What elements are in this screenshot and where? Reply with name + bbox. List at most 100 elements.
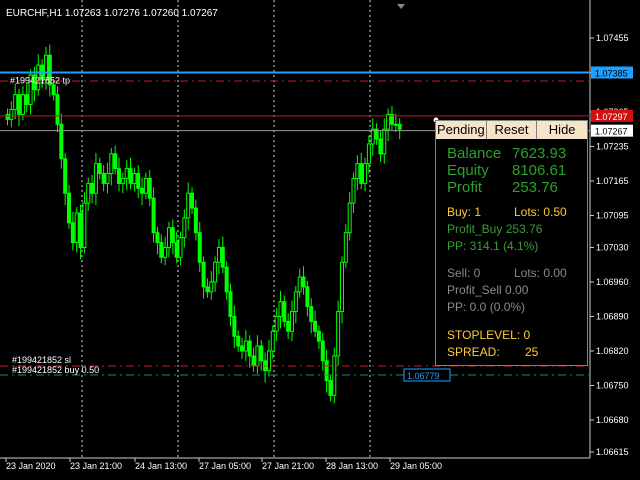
candle-body: [274, 315, 279, 332]
sell-count: Sell: 0: [447, 266, 481, 280]
candle-body: [147, 177, 152, 199]
candle-body: [193, 207, 198, 234]
candle-body: [309, 306, 314, 322]
candle-body: [55, 94, 60, 125]
candle-body: [101, 173, 106, 184]
candle-body: [174, 242, 179, 258]
candle-body: [151, 197, 156, 234]
candle-body: [5, 113, 10, 120]
time-tick-label: 27 Jan 05:00: [199, 461, 251, 471]
candle-body: [140, 187, 145, 194]
candle-body: [255, 345, 260, 367]
price-tick-label: 1.06820: [596, 346, 629, 356]
buy-line-label: #199421852 buy 0.50: [12, 365, 99, 375]
candle-body: [155, 232, 160, 244]
candle-body: [182, 217, 187, 239]
candle-body: [70, 222, 75, 244]
candle-body: [259, 345, 264, 362]
candle-body: [393, 123, 398, 126]
profit-value: 253.76: [512, 179, 558, 196]
candle-body: [316, 330, 321, 342]
candle-body: [74, 212, 79, 244]
candle-body: [240, 345, 245, 352]
candle-body: [128, 168, 133, 184]
candle-body: [216, 246, 221, 263]
candle-body: [20, 94, 25, 115]
candle-body: [236, 335, 241, 347]
profit-buy: Profit_Buy 253.76: [447, 222, 543, 236]
candle-body: [63, 158, 68, 194]
balance-row: Balance 7623.93: [447, 145, 566, 162]
stoplevel: STOPLEVEL: 0: [447, 328, 531, 342]
candle-body: [305, 286, 310, 308]
candle-body: [105, 173, 110, 184]
price-tick-label: 1.06750: [596, 380, 629, 390]
candle-body: [9, 108, 14, 120]
candle-body: [247, 340, 252, 357]
entry-price-label: 1.06779: [407, 371, 440, 381]
candle-body: [270, 330, 275, 352]
candle-body: [116, 168, 121, 184]
time-tick-label: 28 Jan 13:00: [326, 461, 378, 471]
candle-body: [297, 276, 302, 293]
bid-price-tag: 1.07267: [595, 127, 628, 137]
candle-body: [382, 128, 387, 155]
pending-button[interactable]: Pending: [436, 121, 487, 139]
time-axis: 23 Jan 2020 23 Jan 21:00 24 Jan 13:00 27 Ja…: [5, 458, 442, 471]
candle-body: [201, 261, 206, 288]
profit-row: Profit 253.76: [447, 179, 558, 196]
time-tick-label: 23 Jan 2020: [6, 461, 56, 471]
candle-body: [132, 173, 137, 184]
spread-value: 25: [525, 345, 539, 359]
candle-body: [51, 84, 56, 96]
candle-body: [24, 94, 29, 106]
scroll-marker-icon[interactable]: [397, 4, 405, 9]
candle-body: [186, 192, 191, 219]
balance-value: 7623.93: [512, 145, 567, 162]
buy-lots: Lots: 0.50: [514, 205, 567, 219]
spread-label: SPREAD:: [447, 345, 500, 359]
equity-row: Equity 8106.61: [447, 162, 566, 179]
candle-body: [143, 177, 148, 194]
tp-line-label: #199421852 tp: [10, 76, 70, 86]
candle-body: [136, 173, 141, 189]
price-tick-label: 1.07455: [596, 33, 629, 43]
candle-body: [163, 246, 168, 258]
pp-sell: PP: 0.0 (0.0%): [447, 300, 526, 314]
spread-row: SPREAD: 25: [447, 345, 538, 359]
candle-body: [301, 276, 306, 288]
candle-body: [370, 128, 375, 145]
buy-row: Buy: 1 Lots: 0.50: [447, 205, 567, 219]
hide-button[interactable]: Hide: [537, 121, 588, 139]
candle-body: [159, 242, 164, 258]
candle-body: [386, 113, 391, 130]
candle-body: [209, 281, 214, 293]
price-tick-label: 1.06680: [596, 415, 629, 425]
candle-body: [359, 163, 364, 184]
candle-body: [59, 123, 64, 160]
candle-body: [224, 266, 229, 293]
candle-body: [293, 291, 298, 313]
trade-panel: Pending Reset Hide Balance 7623.93 Equit…: [435, 120, 588, 366]
buy-count: Buy: 1: [447, 205, 482, 219]
candle-body: [266, 350, 271, 372]
candle-body: [351, 177, 356, 204]
price-axis: 1.074551.073851.073051.072351.071651.070…: [590, 33, 633, 457]
candle-body: [355, 163, 360, 179]
candle-body: [282, 301, 287, 322]
candle-body: [397, 123, 402, 130]
chart-title: EURCHF,H1 1.07263 1.07276 1.07260 1.0726…: [6, 8, 218, 19]
reset-button[interactable]: Reset: [486, 121, 538, 139]
candle-body: [13, 94, 18, 110]
candle-body: [86, 182, 91, 204]
time-tick-label: 23 Jan 21:00: [70, 461, 122, 471]
candle-body: [220, 246, 225, 268]
candle-body: [320, 340, 325, 362]
candle-body: [82, 202, 87, 248]
candle-body: [90, 182, 95, 194]
time-tick-label: 27 Jan 21:00: [262, 461, 314, 471]
equity-label: Equity: [447, 162, 489, 179]
price-tick-label: 1.06615: [596, 447, 629, 457]
profit-sell: Profit_Sell 0.00: [447, 283, 529, 297]
candle-body: [197, 232, 202, 263]
